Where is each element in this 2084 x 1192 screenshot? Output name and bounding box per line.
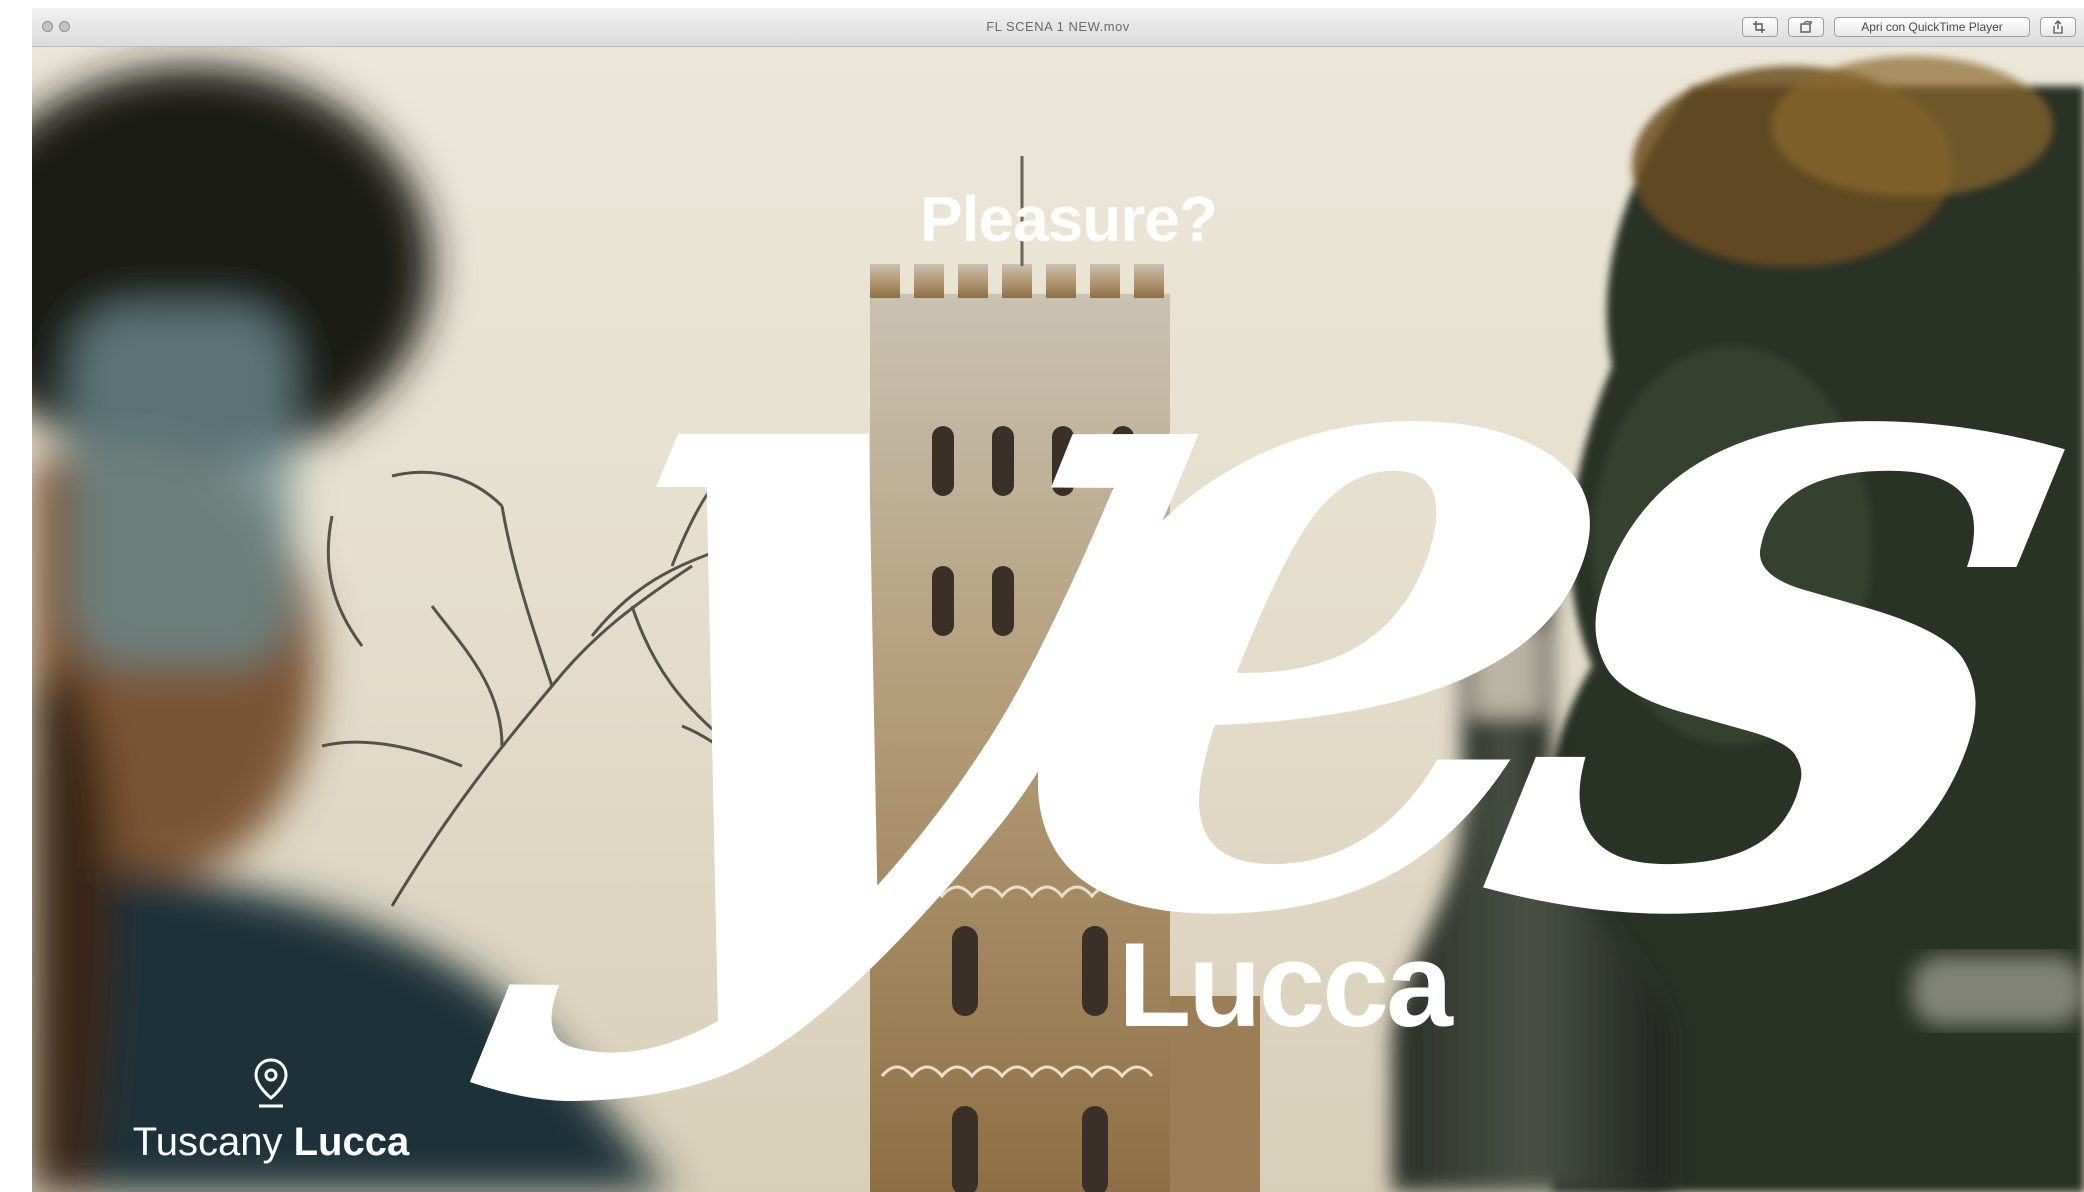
rotate-button[interactable] (1788, 17, 1824, 37)
trim-button[interactable] (1742, 17, 1778, 37)
trim-icon (1753, 21, 1765, 33)
rotate-icon (1800, 21, 1812, 33)
share-icon (2053, 20, 2063, 34)
headline-bottom: Lucca (1118, 918, 1453, 1052)
location-tag: Tuscany Lucca (116, 1058, 426, 1165)
quicklook-window: FL SCENA 1 NEW.mov Apri con QuickTime Pl… (32, 8, 2084, 1192)
video-frame[interactable]: yes Pleasure? Lucca Tuscany Lucca (32, 46, 2084, 1192)
script-word: yes (479, 57, 2084, 1114)
title-bar: FL SCENA 1 NEW.mov Apri con QuickTime Pl… (32, 8, 2084, 47)
map-pin-icon (254, 1058, 288, 1108)
location-label: Tuscany Lucca (116, 1120, 426, 1165)
open-with-button[interactable]: Apri con QuickTime Player (1834, 17, 2030, 37)
location-region: Tuscany (132, 1120, 283, 1164)
share-button[interactable] (2040, 17, 2076, 37)
headline-top: Pleasure? (920, 183, 1218, 255)
location-city: Lucca (293, 1120, 410, 1164)
toolbar-actions: Apri con QuickTime Player (1742, 17, 2076, 37)
